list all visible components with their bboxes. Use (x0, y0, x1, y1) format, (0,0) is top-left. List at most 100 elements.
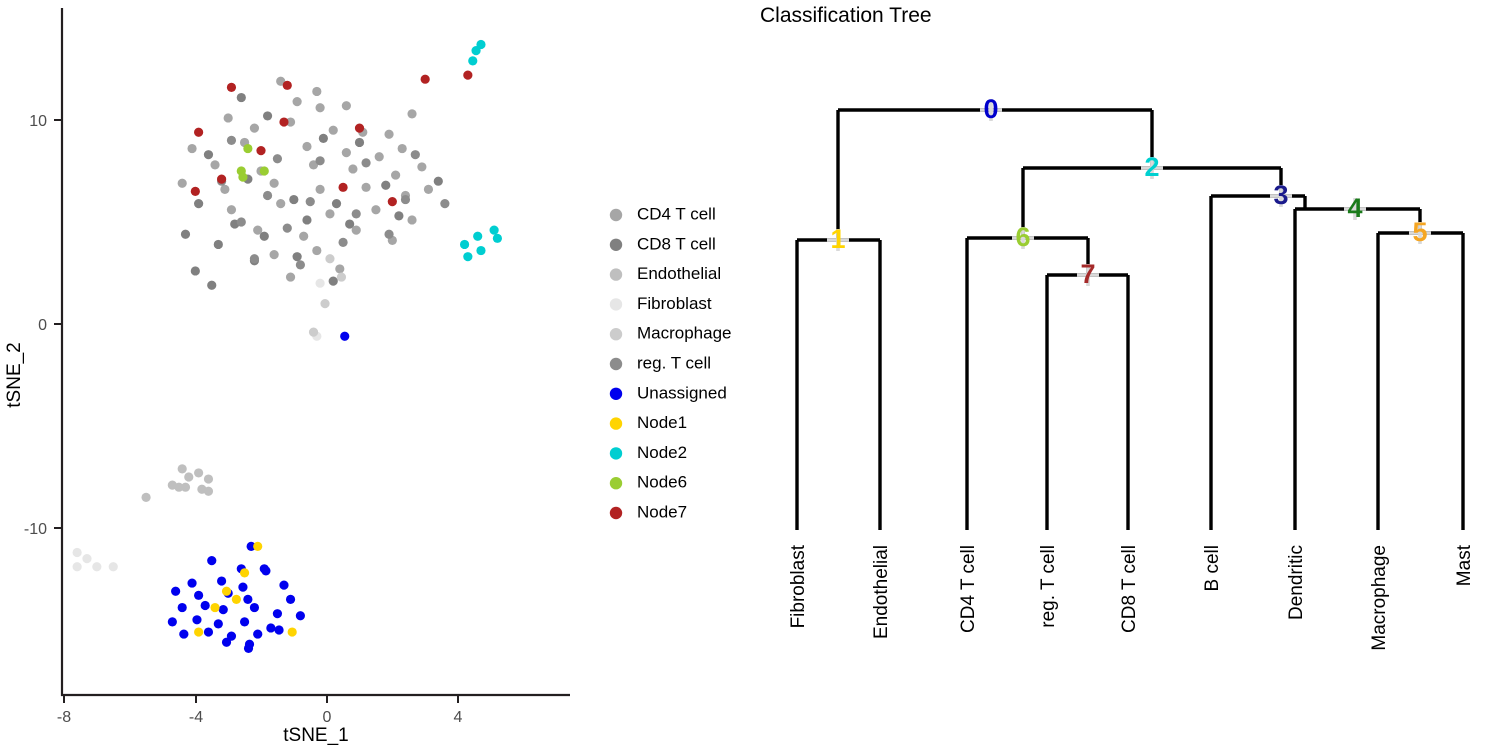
tree-node-2[interactable]: 2 (1144, 152, 1159, 182)
tree-leaf-label[interactable]: CD4 T cell (958, 545, 979, 633)
scatter-point (194, 627, 204, 637)
tree-leaf-label[interactable]: B cell (1202, 545, 1223, 591)
legend-label[interactable]: CD8 T cell (637, 234, 716, 253)
scatter-point (243, 594, 253, 605)
scatter-legend: CD4 T cell CD8 T cell Endothelial Fibroblas… (609, 204, 732, 521)
scatter-point (266, 623, 276, 633)
legend-label[interactable]: Macrophage (637, 324, 732, 343)
scatter-point (194, 127, 204, 137)
scatter-point (305, 197, 315, 207)
tree-node-0[interactable]: 0 (983, 94, 998, 124)
tsne-scatter-svg: 10 0 -10 -8 -4 0 4 tSNE_1 tSNE_2 CD4 T c… (4, 8, 732, 746)
scatter-point (282, 80, 292, 90)
legend-label[interactable]: Node2 (637, 443, 687, 462)
y-tick-label: 10 (29, 113, 47, 130)
scatter-point (82, 554, 92, 564)
scatter-point (272, 154, 283, 164)
y-axis-title: tSNE_2 (4, 342, 25, 407)
scatter-point (269, 250, 279, 260)
scatter-point (336, 272, 347, 282)
scatter-point (217, 174, 227, 184)
legend-swatch (609, 357, 623, 371)
scatter-point (417, 162, 427, 172)
scatter-point (338, 237, 348, 247)
y-tick-label: -10 (24, 521, 47, 538)
legend-label[interactable]: Unassigned (637, 383, 727, 402)
scatter-point (299, 231, 309, 241)
scatter-points-layer (72, 39, 502, 653)
scatter-point (221, 586, 232, 596)
scatter-point (177, 464, 187, 474)
scatter-point (207, 556, 217, 566)
scatter-point (345, 219, 355, 229)
scatter-point (187, 578, 197, 588)
legend-label[interactable]: Node6 (637, 473, 687, 492)
scatter-point (328, 276, 338, 286)
scatter-point (187, 143, 197, 154)
tree-node-1[interactable]: 1 (830, 224, 845, 254)
scatter-point (302, 141, 312, 152)
scatter-series (72, 278, 325, 572)
scatter-point (72, 547, 82, 558)
legend-label[interactable]: reg. T cell (637, 353, 711, 372)
scatter-point (410, 150, 420, 160)
scatter-point (433, 176, 443, 186)
scatter-point (459, 239, 470, 250)
legend-label[interactable]: Node7 (637, 502, 687, 521)
scatter-point (261, 566, 271, 576)
scatter-point (285, 594, 296, 605)
legend-swatch (609, 477, 623, 490)
legend-swatch (609, 328, 623, 341)
tree-leaf-label[interactable]: Mast (1454, 544, 1475, 586)
scatter-point (335, 264, 345, 274)
scatter-point (331, 199, 342, 209)
scatter-point (226, 82, 237, 92)
tree-node-4[interactable]: 4 (1347, 193, 1362, 223)
tree-node-6[interactable]: 6 (1015, 222, 1030, 252)
scatter-point (210, 160, 220, 170)
tree-node-3[interactable]: 3 (1273, 180, 1288, 210)
legend-label[interactable]: Fibroblast (637, 294, 712, 313)
legend-label[interactable]: Node1 (637, 413, 687, 432)
scatter-point (141, 492, 151, 502)
scatter-point (463, 70, 473, 80)
scatter-point (92, 562, 102, 572)
scatter-point (213, 619, 223, 629)
scatter-point (292, 97, 302, 107)
scatter-point (285, 272, 296, 282)
legend-swatch (609, 298, 623, 311)
tree-node-7[interactable]: 7 (1080, 259, 1095, 289)
tree-leaf-labels: Fibroblast Endothelial CD4 T cell reg. T ce… (788, 544, 1475, 650)
scatter-point (381, 180, 391, 190)
scatter-point (312, 245, 322, 256)
x-axis-title: tSNE_1 (283, 725, 348, 746)
legend-label[interactable]: Endothelial (637, 264, 721, 283)
scatter-point (287, 627, 297, 637)
scatter-point (315, 278, 325, 288)
tree-leaf-label[interactable]: CD8 T cell (1119, 545, 1140, 633)
scatter-point (295, 260, 305, 270)
tree-leaf-label[interactable]: reg. T cell (1038, 545, 1059, 628)
scatter-point (341, 101, 351, 111)
tree-leaf-label[interactable]: Endothelial (871, 545, 892, 639)
legend-swatch (609, 208, 623, 222)
tree-leaf-label[interactable]: Dendritic (1286, 545, 1307, 620)
scatter-point (239, 568, 250, 578)
scatter-series (141, 464, 214, 502)
scatter-point (274, 625, 284, 635)
scatter-point (177, 602, 187, 613)
legend-label[interactable]: CD4 T cell (637, 204, 716, 223)
scatter-point (282, 223, 292, 233)
scatter-point (221, 637, 232, 647)
scatter-point (354, 123, 365, 133)
figure-root: 10 0 -10 -8 -4 0 4 tSNE_1 tSNE_2 CD4 T c… (0, 0, 1500, 750)
scatter-point (218, 605, 228, 615)
scatter-point (407, 215, 417, 225)
tree-node-5[interactable]: 5 (1412, 217, 1427, 247)
scatter-point (200, 600, 210, 611)
scatter-point (361, 158, 371, 168)
scatter-point (190, 266, 200, 276)
scatter-point (259, 166, 269, 176)
tree-leaf-label[interactable]: Fibroblast (788, 544, 809, 628)
tree-leaf-label[interactable]: Macrophage (1369, 545, 1390, 651)
